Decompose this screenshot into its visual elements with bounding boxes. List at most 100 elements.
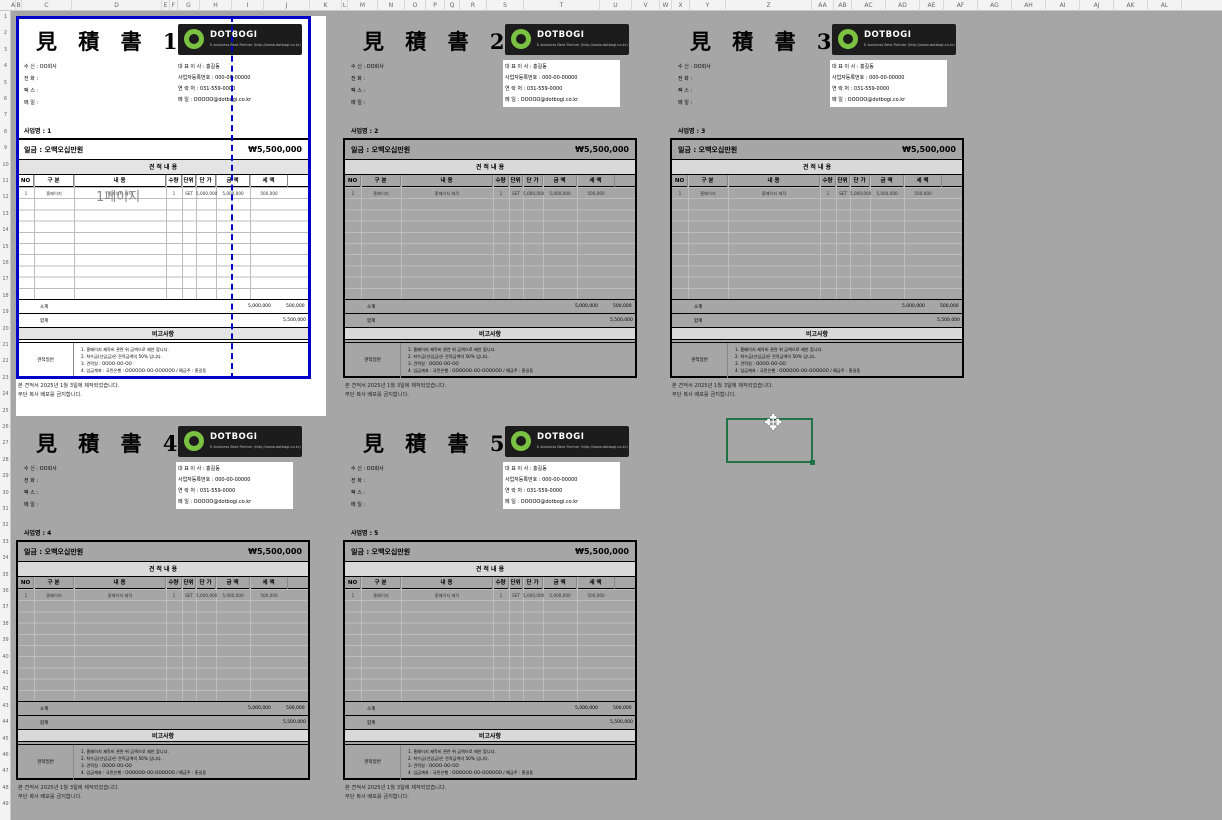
- column-header-E[interactable]: E: [162, 0, 170, 11]
- column-header-P[interactable]: P: [426, 0, 445, 11]
- column-header-G[interactable]: G: [178, 0, 200, 11]
- column-header-Z[interactable]: Z: [726, 0, 812, 11]
- supplier-bizno: 사업자등록번호 : 000-00-00000: [832, 75, 905, 81]
- column-header-R[interactable]: R: [460, 0, 487, 11]
- column-header-W[interactable]: W: [660, 0, 672, 11]
- column-header-AE[interactable]: AE: [920, 0, 944, 11]
- table-cell: 1: [351, 593, 355, 598]
- row-header-44[interactable]: 44: [0, 719, 11, 725]
- row-header-34[interactable]: 34: [0, 555, 11, 561]
- row-header-49[interactable]: 49: [0, 801, 11, 807]
- row-header-32[interactable]: 32: [0, 522, 11, 528]
- row-header-36[interactable]: 36: [0, 588, 11, 594]
- row-header-10[interactable]: 10: [0, 162, 11, 168]
- table-cell: 500,000: [914, 191, 932, 196]
- column-header-AJ[interactable]: AJ: [1080, 0, 1114, 11]
- row-header-35[interactable]: 35: [0, 572, 11, 578]
- recipient-field: 수 신 : OO회사: [24, 466, 57, 472]
- row-header-6[interactable]: 6: [0, 96, 11, 102]
- column-header-X[interactable]: X: [672, 0, 690, 11]
- row-header-40[interactable]: 40: [0, 654, 11, 660]
- row-header-13[interactable]: 13: [0, 211, 11, 217]
- row-header-39[interactable]: 39: [0, 637, 11, 643]
- column-header-AD[interactable]: AD: [886, 0, 920, 11]
- row-header-26[interactable]: 26: [0, 424, 11, 430]
- row-header-4[interactable]: 4: [0, 63, 11, 69]
- row-header-38[interactable]: 38: [0, 621, 11, 627]
- row-header-33[interactable]: 33: [0, 539, 11, 545]
- amount-row: 일금 : 오백오십만원 ₩5,500,000: [18, 542, 308, 562]
- column-header-K[interactable]: K: [310, 0, 342, 11]
- column-header-Q[interactable]: Q: [445, 0, 460, 11]
- row-header-48[interactable]: 48: [0, 785, 11, 791]
- row-header-29[interactable]: 29: [0, 473, 11, 479]
- row-header-11[interactable]: 11: [0, 178, 11, 184]
- row-header-12[interactable]: 12: [0, 194, 11, 200]
- row-header-23[interactable]: 23: [0, 375, 11, 381]
- row-header-41[interactable]: 41: [0, 670, 11, 676]
- column-header-AG[interactable]: AG: [978, 0, 1012, 11]
- column-header-AL[interactable]: AL: [1148, 0, 1182, 11]
- row-header-19[interactable]: 19: [0, 309, 11, 315]
- column-header-T[interactable]: T: [524, 0, 600, 11]
- row-header-37[interactable]: 37: [0, 604, 11, 610]
- row-header-28[interactable]: 28: [0, 457, 11, 463]
- column-header-AC[interactable]: AC: [852, 0, 886, 11]
- row-header-21[interactable]: 21: [0, 342, 11, 348]
- column-header-U[interactable]: U: [600, 0, 632, 11]
- column-header-C[interactable]: C: [22, 0, 72, 11]
- row-header-17[interactable]: 17: [0, 276, 11, 282]
- row-header-20[interactable]: 20: [0, 326, 11, 332]
- row-header-30[interactable]: 30: [0, 490, 11, 496]
- row-header-31[interactable]: 31: [0, 506, 11, 512]
- column-header-S[interactable]: S: [487, 0, 524, 11]
- row-header-24[interactable]: 24: [0, 391, 11, 397]
- logo-name: DOTBOGI: [537, 30, 585, 40]
- column-header-Y[interactable]: Y: [690, 0, 726, 11]
- column-header-AI[interactable]: AI: [1046, 0, 1080, 11]
- column-header-N[interactable]: N: [378, 0, 405, 11]
- column-header-bar: A B C D E F G H I J K L M N O P Q R S T U V W X Y Z AA AB AC AD AE AF AG…: [0, 0, 1222, 11]
- row-header-15[interactable]: 15: [0, 244, 11, 250]
- row-header-7[interactable]: 7: [0, 112, 11, 118]
- column-header-H[interactable]: H: [200, 0, 232, 11]
- row-header-43[interactable]: 43: [0, 703, 11, 709]
- table-header-cell: 세 액: [250, 577, 288, 589]
- table-cell: 500,000: [587, 191, 605, 196]
- row-header-47[interactable]: 47: [0, 768, 11, 774]
- amount-value: ₩5,500,000: [575, 145, 629, 154]
- row-header-42[interactable]: 42: [0, 686, 11, 692]
- table-cell: 1: [351, 191, 355, 196]
- row-header-18[interactable]: 18: [0, 293, 11, 299]
- column-header-O[interactable]: O: [405, 0, 426, 11]
- column-header-D[interactable]: D: [72, 0, 162, 11]
- column-header-F[interactable]: F: [170, 0, 178, 11]
- column-header-V[interactable]: V: [632, 0, 660, 11]
- row-header-46[interactable]: 46: [0, 752, 11, 758]
- amount-value: ₩5,500,000: [902, 145, 956, 154]
- row-header-9[interactable]: 9: [0, 145, 11, 151]
- column-header-AK[interactable]: AK: [1114, 0, 1148, 11]
- column-header-AH[interactable]: AH: [1012, 0, 1046, 11]
- row-header-1[interactable]: 1: [0, 14, 11, 20]
- table-header-cell: 단 가: [523, 577, 543, 589]
- column-header-I[interactable]: I: [232, 0, 264, 11]
- row-header-2[interactable]: 2: [0, 30, 11, 36]
- column-header-AF[interactable]: AF: [944, 0, 978, 11]
- note-line: 2. 착수금(선입금)은 견적금액의 50% 입니다.: [81, 756, 163, 761]
- column-header-AB[interactable]: AB: [834, 0, 852, 11]
- row-header-22[interactable]: 22: [0, 358, 11, 364]
- row-header-3[interactable]: 3: [0, 47, 11, 53]
- logo-mark-icon: [184, 431, 204, 451]
- column-header-J[interactable]: J: [264, 0, 310, 11]
- column-header-AA[interactable]: AA: [812, 0, 834, 11]
- row-header-16[interactable]: 16: [0, 260, 11, 266]
- row-header-14[interactable]: 14: [0, 227, 11, 233]
- detail-section-header: 견 적 내 용: [672, 160, 962, 175]
- row-header-5[interactable]: 5: [0, 80, 11, 86]
- row-header-27[interactable]: 27: [0, 440, 11, 446]
- column-header-M[interactable]: M: [348, 0, 378, 11]
- row-header-45[interactable]: 45: [0, 736, 11, 742]
- row-header-25[interactable]: 25: [0, 408, 11, 414]
- row-header-8[interactable]: 8: [0, 129, 11, 135]
